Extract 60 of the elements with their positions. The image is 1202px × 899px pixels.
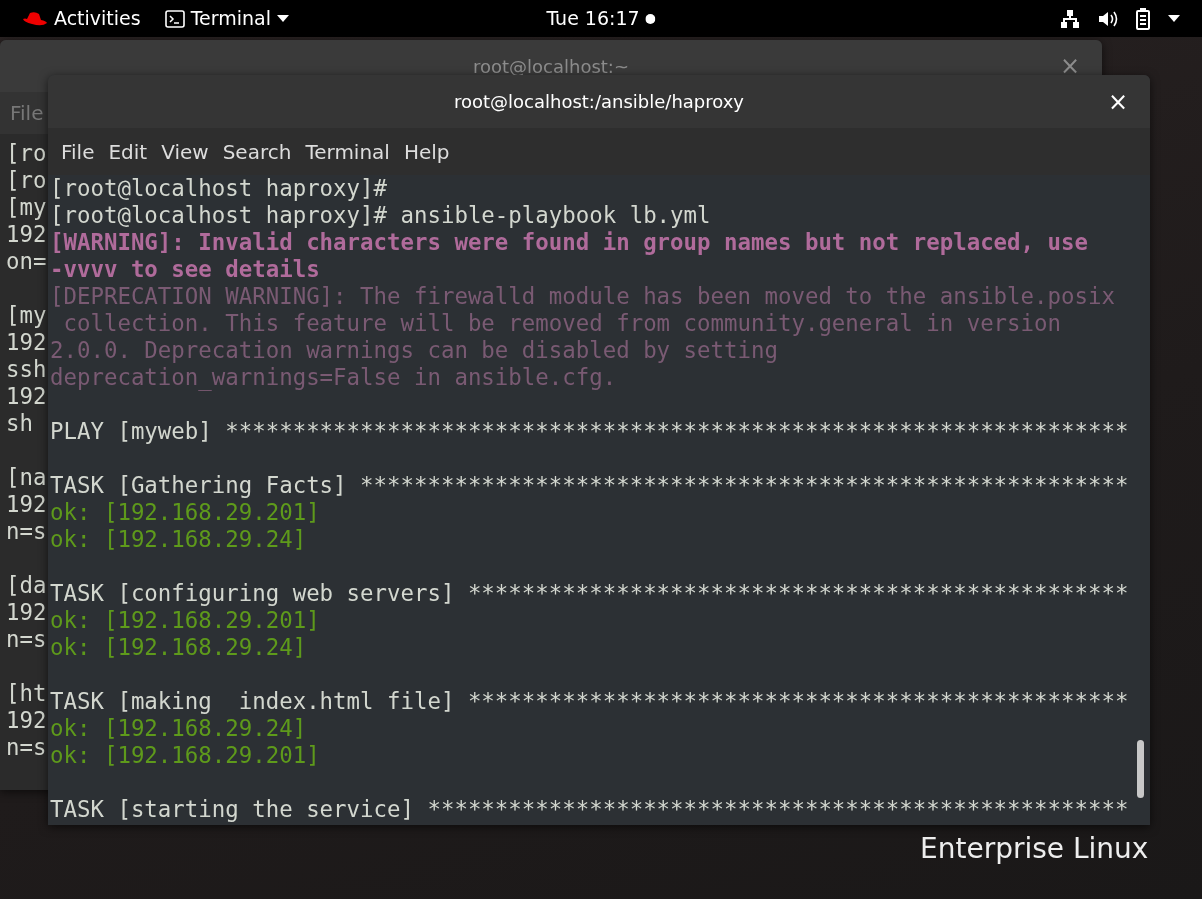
terminal-line: 192 [6, 599, 47, 626]
menu-item[interactable]: View [154, 136, 216, 167]
terminal-line: TASK [starting the service] **************************************************** [50, 796, 1129, 823]
hat-icon [22, 10, 48, 27]
terminal-line: [da [6, 572, 47, 599]
terminal-line: TASK [configuring web servers] ************************************************* [50, 580, 1129, 607]
terminal-line: TASK [Gathering Facts] ********************************************************* [50, 472, 1129, 499]
window-title: root@localhost:/ansible/haproxy [454, 90, 744, 114]
terminal-line: [na [6, 464, 47, 491]
brand-text: Enterprise Linux [920, 831, 1149, 867]
battery-icon [1136, 7, 1150, 30]
terminal-line: 2.0.0. Deprecation warnings can be disabled by setting [50, 337, 778, 364]
window-title: root@localhost:~ [472, 54, 629, 79]
terminal-line: ssh [6, 356, 47, 383]
close-button[interactable]: × [1103, 89, 1132, 114]
terminal-line: deprecation_warnings=False in ansible.cfg. [50, 364, 617, 391]
notification-dot-icon [645, 13, 656, 24]
caret-icon [277, 14, 289, 23]
terminal-line: ok: [192.168.29.201] [50, 499, 320, 526]
terminal-line: ok: [192.168.29.24] [50, 634, 307, 661]
terminal-icon [164, 9, 185, 28]
terminal-line: 192 [6, 221, 47, 248]
scrollbar-thumb[interactable] [1137, 740, 1144, 798]
terminal-line: 192 [6, 491, 47, 518]
menu-item[interactable]: File [54, 136, 102, 167]
terminal-line: [my [6, 194, 47, 221]
terminal-line: ok: [192.168.29.24] [50, 715, 307, 742]
menu-item[interactable]: Edit [101, 136, 155, 167]
terminal-line: n=s [6, 734, 47, 761]
menu-item[interactable]: Help [396, 136, 457, 167]
terminal-line: 192 [6, 329, 47, 356]
terminal-line: [root@localhost haproxy]# [50, 175, 387, 202]
terminal-line: ok: [192.168.29.201] [50, 607, 320, 634]
caret-icon [1168, 14, 1180, 23]
terminal-line: -vvvv to see details [50, 256, 320, 283]
terminal-line: [ro [6, 140, 47, 167]
activities-button[interactable]: Activities [14, 4, 149, 33]
app-menu-button[interactable]: Terminal [156, 4, 297, 33]
terminal-line: [ht [6, 680, 47, 707]
terminal-line: TASK [making index.html file] ************************************************* [50, 688, 1129, 715]
terminal-line: collection. This feature will be removed from community.general in version [62, 310, 1062, 337]
menu-item[interactable]: Search [215, 136, 299, 167]
menu-item[interactable]: Terminal [298, 136, 397, 167]
network-icon [1060, 8, 1080, 29]
terminal-line: [ro [6, 167, 47, 194]
terminal-line: 192 [6, 383, 47, 410]
terminal-line: sh [6, 410, 33, 437]
terminal-line: [WARNING]: Invalid characters were found in group names but not replaced, use [50, 229, 1088, 256]
terminal-line: n=s [6, 626, 47, 653]
clock-button[interactable]: Tue 16:17 [538, 4, 664, 33]
terminal-line: [DEPRECATION WARNING]: The firewalld module has been moved to the ansible.posix [50, 283, 1115, 310]
terminal-line: on= [6, 248, 47, 275]
volume-icon [1098, 9, 1118, 28]
terminal-line: n=s [6, 518, 47, 545]
terminal-line: 192 [6, 707, 47, 734]
terminal-line: PLAY [myweb] ******************************************************************* [50, 418, 1129, 445]
terminal-line: [root@localhost haproxy]# ansible-playbook lb.yml [50, 202, 711, 229]
terminal-line: ok: [192.168.29.201] [50, 742, 320, 769]
terminal-line: [my [6, 302, 47, 329]
terminal-line: ok: [192.168.29.24] [50, 526, 307, 553]
